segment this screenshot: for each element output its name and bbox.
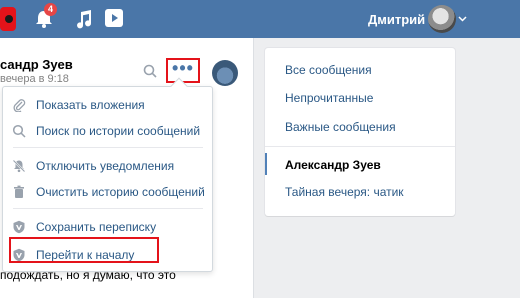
messages-filter-panel: Все сообщения Непрочитанные Важные сообщ… bbox=[265, 48, 455, 216]
menu-item-label: Сохранить переписку bbox=[36, 220, 157, 234]
app-logo-icon[interactable] bbox=[0, 7, 22, 31]
menu-divider bbox=[13, 147, 203, 148]
menu-item-show-attachments[interactable]: Показать вложения bbox=[3, 93, 212, 117]
menu-item-label: Поиск по истории сообщений bbox=[36, 124, 201, 138]
search-icon bbox=[12, 124, 26, 138]
search-icon[interactable] bbox=[143, 64, 157, 78]
chat-actions-dropdown: Показать вложения Поиск по истории сообщ… bbox=[2, 77, 213, 272]
menu-item-label: Очистить историю сообщений bbox=[36, 185, 205, 199]
filter-divider bbox=[265, 146, 455, 147]
mute-icon bbox=[12, 159, 26, 173]
contact-avatar[interactable] bbox=[212, 60, 238, 86]
filter-unread[interactable]: Непрочитанные bbox=[285, 91, 373, 105]
filter-all-messages[interactable]: Все сообщения bbox=[285, 63, 372, 77]
top-navigation-bar: 4 Дмитрий bbox=[0, 0, 520, 38]
chevron-down-icon[interactable] bbox=[458, 16, 467, 22]
chat-item[interactable]: Тайная вечеря: чатик bbox=[285, 185, 404, 199]
vk-shield-icon bbox=[13, 220, 25, 234]
user-avatar[interactable] bbox=[428, 5, 456, 33]
menu-item-label: Отключить уведомления bbox=[36, 159, 175, 173]
chat-item-active[interactable]: Александр Зуев bbox=[285, 158, 381, 172]
menu-divider bbox=[13, 208, 203, 209]
video-icon[interactable] bbox=[105, 9, 123, 27]
filter-important[interactable]: Важные сообщения bbox=[285, 120, 396, 134]
menu-item-save-conversation[interactable]: Сохранить переписку bbox=[3, 215, 212, 239]
chat-last-seen: вечера в 9:18 bbox=[0, 73, 69, 85]
menu-item-label: Показать вложения bbox=[36, 98, 145, 112]
highlight-box bbox=[9, 237, 159, 263]
menu-item-search-history[interactable]: Поиск по истории сообщений bbox=[3, 119, 212, 143]
user-name[interactable]: Дмитрий bbox=[368, 12, 425, 27]
paperclip-icon bbox=[13, 99, 26, 112]
more-actions-button[interactable]: ••• bbox=[166, 58, 200, 83]
notification-badge: 4 bbox=[44, 3, 57, 16]
more-dots-icon: ••• bbox=[172, 57, 194, 78]
chat-contact-name[interactable]: сандр Зуев bbox=[0, 57, 73, 72]
music-icon[interactable] bbox=[75, 9, 93, 29]
menu-item-clear-history[interactable]: Очистить историю сообщений bbox=[3, 180, 212, 204]
active-indicator bbox=[265, 153, 267, 175]
menu-item-mute[interactable]: Отключить уведомления bbox=[3, 154, 212, 178]
trash-icon bbox=[14, 185, 24, 198]
